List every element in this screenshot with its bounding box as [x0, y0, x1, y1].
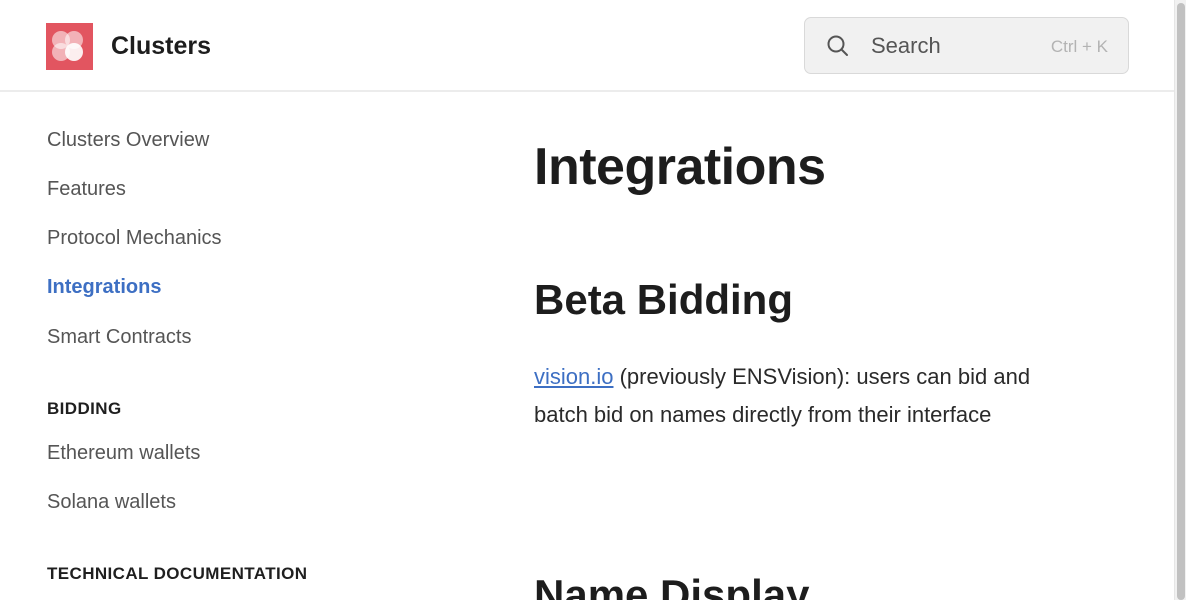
search-shortcut: Ctrl + K — [1050, 37, 1108, 56]
vision-io-link[interactable]: vision.io — [534, 364, 613, 389]
docs-app: Clusters Search Ctrl + K Clusters Overvi… — [0, 0, 1186, 600]
clusters-logo-icon[interactable] — [46, 23, 93, 70]
sidebar-item-features[interactable]: Features — [47, 176, 126, 202]
beta-bidding-paragraph: vision.io (previously ENSVision): users … — [534, 358, 1054, 433]
sidebar-section-bidding: BIDDING — [47, 399, 122, 418]
brand-name[interactable]: Clusters — [111, 31, 211, 61]
sidebar-item-ethereum-wallets[interactable]: Ethereum wallets — [47, 440, 200, 466]
top-bar: Clusters Search Ctrl + K — [0, 0, 1174, 92]
section-heading-name-display: Name Display — [534, 571, 810, 600]
sidebar-item-integrations[interactable]: Integrations — [47, 274, 161, 300]
scrollbar-thumb[interactable] — [1177, 3, 1185, 600]
page-scrollbar[interactable] — [1174, 0, 1186, 600]
page-title: Integrations — [534, 138, 826, 196]
sidebar-item-smart-contracts[interactable]: Smart Contracts — [47, 324, 191, 350]
search-icon — [827, 35, 848, 56]
section-heading-beta-bidding: Beta Bidding — [534, 276, 793, 323]
sidebar-section-technical-documentation: TECHNICAL DOCUMENTATION — [47, 564, 308, 583]
search-input[interactable]: Search Ctrl + K — [804, 17, 1129, 74]
search-placeholder: Search — [871, 33, 941, 58]
sidebar-item-protocol-mechanics[interactable]: Protocol Mechanics — [47, 225, 222, 251]
sidebar-item-clusters-overview[interactable]: Clusters Overview — [47, 127, 209, 153]
sidebar-item-solana-wallets[interactable]: Solana wallets — [47, 489, 176, 515]
